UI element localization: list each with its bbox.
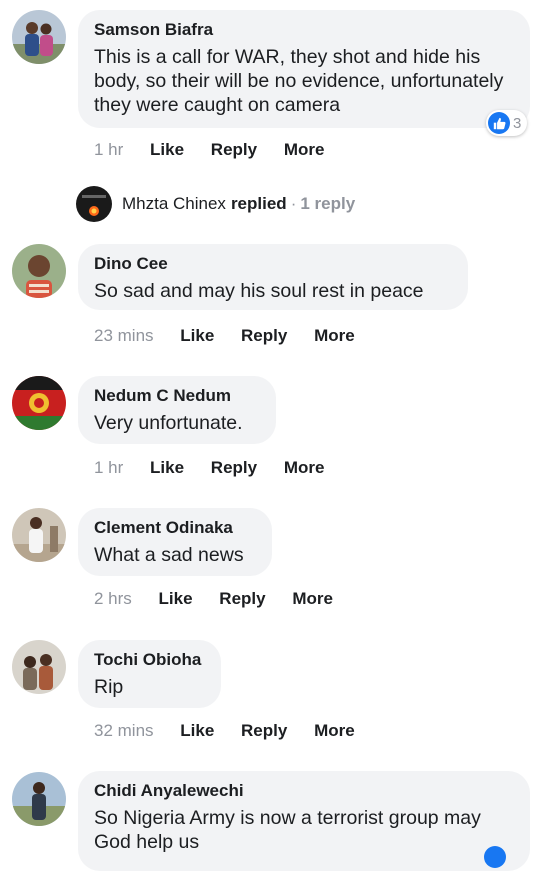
avatar-photo bbox=[12, 244, 66, 298]
reaction-count: 3 bbox=[513, 114, 522, 132]
comment-bubble: Nedum C Nedum Very unfortunate. bbox=[78, 376, 276, 444]
reply-button[interactable]: Reply bbox=[219, 589, 265, 608]
comment-bubble: Dino Cee So sad and may his soul rest in… bbox=[78, 244, 468, 310]
reply-button[interactable]: Reply bbox=[211, 458, 257, 477]
comment-text: So sad and may his soul rest in peace bbox=[94, 280, 424, 302]
more-button[interactable]: More bbox=[292, 589, 333, 608]
comment-text: Rip bbox=[94, 676, 124, 698]
more-button[interactable]: More bbox=[314, 721, 355, 740]
comment-text: What a sad news bbox=[94, 544, 244, 566]
comment-actions: 1 hr Like Reply More bbox=[94, 457, 346, 479]
comment-actions: 23 mins Like Reply More bbox=[94, 325, 377, 347]
avatar[interactable] bbox=[12, 10, 66, 64]
comment-bubble: Clement Odinaka What a sad news bbox=[78, 508, 272, 576]
comment-bubble: Tochi Obioha Rip bbox=[78, 640, 221, 708]
comment-time[interactable]: 32 mins bbox=[94, 721, 154, 740]
reply-count: 1 reply bbox=[300, 194, 356, 213]
comment-actions: 2 hrs Like Reply More bbox=[94, 588, 355, 610]
avatar-photo bbox=[12, 772, 66, 826]
more-button[interactable]: More bbox=[314, 326, 355, 345]
avatar-photo bbox=[12, 376, 66, 430]
view-replies-link[interactable]: Mhzta Chinex replied · 1 reply bbox=[76, 186, 355, 222]
comment-actions: 1 hr Like Reply More bbox=[94, 139, 346, 161]
comment-bubble: Samson Biafra This is a call for WAR, th… bbox=[78, 10, 530, 128]
avatar[interactable] bbox=[12, 772, 66, 826]
reaction-summary[interactable]: 3 bbox=[486, 110, 528, 136]
comment-author[interactable]: Chidi Anyalewechi bbox=[94, 780, 512, 802]
more-button[interactable]: More bbox=[284, 140, 325, 159]
reply-button[interactable]: Reply bbox=[211, 140, 257, 159]
like-button[interactable]: Like bbox=[180, 721, 214, 740]
avatar[interactable] bbox=[12, 508, 66, 562]
like-button[interactable]: Like bbox=[180, 326, 214, 345]
like-button[interactable]: Like bbox=[150, 140, 184, 159]
comment-author[interactable]: Clement Odinaka bbox=[94, 517, 254, 539]
avatar-photo bbox=[12, 640, 66, 694]
avatar[interactable] bbox=[12, 640, 66, 694]
comment-text: This is a call for WAR, they shot and hi… bbox=[94, 46, 504, 116]
reply-button[interactable]: Reply bbox=[241, 326, 287, 345]
like-button[interactable]: Like bbox=[150, 458, 184, 477]
more-button[interactable]: More bbox=[284, 458, 325, 477]
comment-time[interactable]: 1 hr bbox=[94, 140, 123, 159]
avatar[interactable] bbox=[12, 376, 66, 430]
comment-time[interactable]: 23 mins bbox=[94, 326, 154, 345]
avatar[interactable] bbox=[12, 244, 66, 298]
comment-bubble: Chidi Anyalewechi So Nigeria Army is now… bbox=[78, 771, 530, 871]
comment-time[interactable]: 1 hr bbox=[94, 458, 123, 477]
comment-text: So Nigeria Army is now a terrorist group… bbox=[94, 807, 481, 853]
comment-author[interactable]: Nedum C Nedum bbox=[94, 385, 258, 407]
comment-author[interactable]: Tochi Obioha bbox=[94, 649, 203, 671]
avatar-photo bbox=[12, 10, 66, 64]
comment-author[interactable]: Dino Cee bbox=[94, 253, 450, 275]
comment-time[interactable]: 2 hrs bbox=[94, 589, 132, 608]
like-button[interactable]: Like bbox=[159, 589, 193, 608]
reply-avatar bbox=[76, 186, 112, 222]
reply-verb: replied bbox=[230, 194, 287, 213]
thumbs-up-icon bbox=[488, 112, 510, 134]
thumbs-up-icon bbox=[484, 846, 506, 868]
comment-actions: 32 mins Like Reply More bbox=[94, 720, 377, 742]
comment-author[interactable]: Samson Biafra bbox=[94, 19, 512, 41]
comment-text: Very unfortunate. bbox=[94, 412, 243, 434]
reply-button[interactable]: Reply bbox=[241, 721, 287, 740]
reply-separator: · bbox=[290, 194, 297, 213]
avatar-photo bbox=[12, 508, 66, 562]
reply-author: Mhzta Chinex bbox=[122, 194, 226, 213]
